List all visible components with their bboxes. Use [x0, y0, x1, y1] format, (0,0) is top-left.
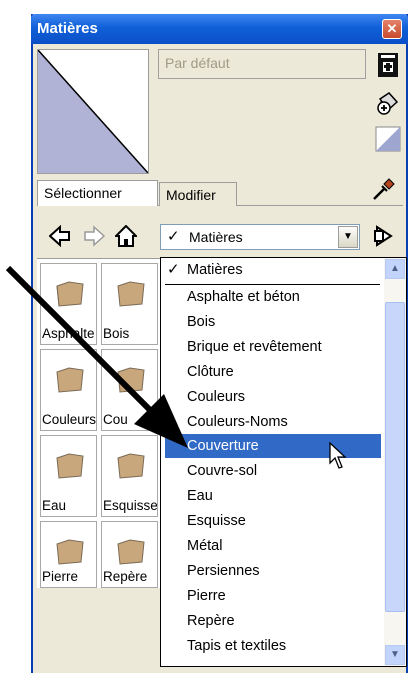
home-icon[interactable]	[115, 225, 137, 247]
default-material-icon[interactable]	[375, 126, 401, 152]
grid-item-label: Esquisse	[103, 498, 158, 513]
dropdown-item[interactable]: Pierre	[187, 584, 226, 609]
grid-item-label: Couleurs	[42, 412, 97, 427]
collection-select[interactable]: ✓ Matières ▼	[160, 224, 360, 250]
details-arrow-icon[interactable]	[373, 225, 395, 247]
dropdown-item[interactable]: Matières	[187, 258, 243, 283]
grid-item[interactable]: Repère	[101, 521, 158, 588]
folder-icon	[56, 453, 84, 479]
dropdown-item[interactable]: Couvre-sol	[187, 459, 257, 484]
dropdown-item[interactable]: Eau	[187, 484, 213, 509]
grid-item-label: Repère	[103, 569, 148, 584]
dropdown-item[interactable]: Esquisse	[187, 509, 246, 534]
eyedropper-icon[interactable]	[370, 176, 396, 202]
grid-item-label: Eau	[42, 498, 67, 513]
grid-item[interactable]: Eau	[40, 435, 97, 517]
back-arrow-icon[interactable]	[49, 225, 71, 247]
tab-select[interactable]: Sélectionner	[37, 180, 158, 206]
dropdown-item[interactable]: Couleurs	[187, 385, 245, 410]
forward-arrow-icon[interactable]	[83, 225, 105, 247]
dropdown-item[interactable]: Brique et revêtement	[187, 335, 322, 360]
title-bar[interactable]: Matières ✕	[31, 14, 408, 44]
dropdown-scrollbar[interactable]: ▲ ▼	[384, 258, 406, 666]
folder-icon	[56, 539, 84, 565]
folder-icon	[117, 453, 145, 479]
scroll-thumb[interactable]	[385, 302, 405, 612]
dropdown-item[interactable]: Repère	[187, 609, 235, 634]
folder-icon	[117, 539, 145, 565]
close-button[interactable]: ✕	[382, 19, 402, 39]
window-title: Matières	[37, 20, 98, 37]
grid-item-label: Bois	[103, 326, 130, 341]
grid-item-label: Asphalte	[42, 326, 95, 341]
collection-select-value: Matières	[189, 229, 243, 245]
dropdown-item[interactable]: Métal	[187, 534, 222, 559]
grid-item[interactable]: Asphalte	[40, 263, 97, 345]
check-icon: ✓	[167, 261, 180, 278]
material-preview	[37, 49, 149, 174]
dropdown-item-selected[interactable]: Couverture	[187, 434, 259, 459]
check-icon: ✓	[167, 228, 180, 245]
scroll-down-icon[interactable]: ▼	[385, 645, 405, 665]
create-material-icon[interactable]	[375, 52, 401, 78]
grid-item[interactable]: Bois	[101, 263, 158, 345]
grid-item-label: Pierre	[42, 569, 79, 584]
scroll-up-icon[interactable]: ▲	[385, 259, 405, 279]
chevron-down-icon[interactable]: ▼	[338, 226, 358, 248]
dropdown-item[interactable]: Clôture	[187, 360, 234, 385]
grid-item[interactable]: Pierre	[40, 521, 97, 588]
paint-bucket-icon[interactable]	[375, 90, 401, 116]
dropdown-item[interactable]: Asphalte et béton	[187, 285, 300, 310]
dropdown-item[interactable]: Couleurs-Noms	[187, 410, 288, 435]
preview-swatch	[37, 49, 149, 174]
dropdown-item[interactable]: Tapis et textiles	[187, 634, 286, 659]
mouse-cursor-icon	[329, 442, 347, 469]
dropdown-item[interactable]: Bois	[187, 310, 215, 335]
grid-item[interactable]: Cou	[101, 349, 158, 431]
grid-item[interactable]: Couleurs	[40, 349, 97, 431]
folder-icon	[56, 281, 84, 307]
folder-icon	[117, 367, 145, 393]
collection-dropdown-list[interactable]: ✓ Matières Asphalte et béton Bois Brique…	[160, 257, 407, 667]
grid-item-label: Cou	[103, 412, 128, 427]
grid-item[interactable]: Esquisse	[101, 435, 158, 517]
dropdown-item[interactable]: Persiennes	[187, 559, 260, 584]
material-name-field[interactable]: Par défaut	[158, 49, 366, 79]
tab-edit[interactable]: Modifier	[159, 182, 237, 206]
folder-icon	[117, 281, 145, 307]
folder-icon	[56, 367, 84, 393]
